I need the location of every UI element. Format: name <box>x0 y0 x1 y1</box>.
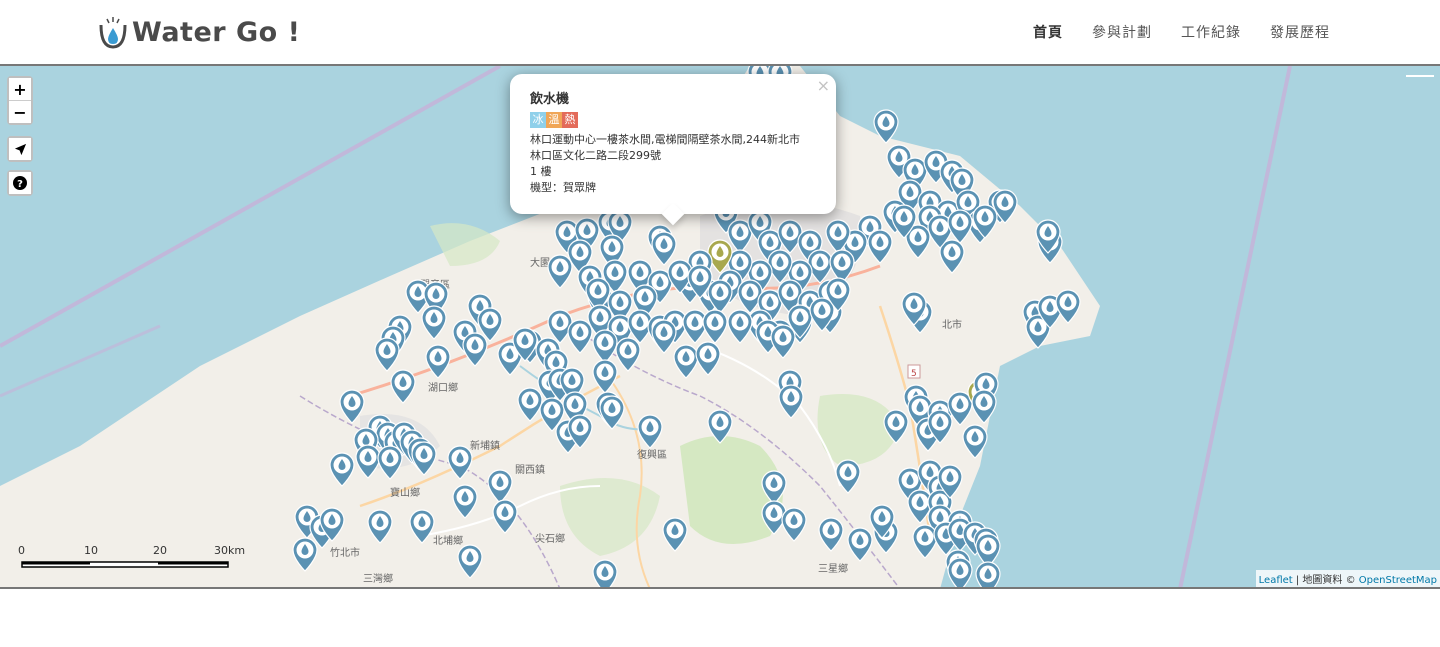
water-drop-logo-icon <box>99 17 127 49</box>
help-button[interactable]: ? <box>9 172 31 194</box>
place-label: 三灣鄉 <box>363 572 393 585</box>
popup-close-button[interactable]: × <box>817 76 830 95</box>
location-arrow-icon <box>14 143 26 155</box>
scale-bar: 0 10 20 30km <box>14 541 246 573</box>
badge-warm: 溫 <box>546 112 562 128</box>
scale-bar-graphic <box>21 561 229 568</box>
place-label: 尖石鄉 <box>535 532 565 545</box>
place-label: 北埔鄉 <box>433 534 463 547</box>
scale-label: 10 <box>84 544 98 557</box>
scale-label: 20 <box>153 544 167 557</box>
scale-label: 0 <box>18 544 25 557</box>
place-label: 寶山鄉 <box>390 486 420 499</box>
place-label: 三星鄉 <box>818 562 848 575</box>
place-label: 大園 <box>530 256 550 269</box>
zoom-in-button[interactable]: + <box>9 78 31 100</box>
place-label: 北市 <box>942 318 962 331</box>
nav-home[interactable]: 首頁 <box>1033 22 1063 42</box>
place-label: 湖口鄉 <box>428 381 458 394</box>
logo[interactable]: Water Go ! <box>98 12 300 52</box>
place-label: 關西鎮 <box>515 463 545 476</box>
locate-control <box>7 136 33 162</box>
leaflet-link[interactable]: Leaflet <box>1259 575 1293 586</box>
route-number: 5 <box>911 369 917 379</box>
scale-label: 30km <box>214 544 246 557</box>
place-label: 復興區 <box>637 448 667 461</box>
nav-history[interactable]: 發展歷程 <box>1270 22 1330 42</box>
popup-floor: 1 樓 <box>530 165 552 178</box>
badge-ice: 冰 <box>530 112 546 128</box>
osm-link[interactable]: OpenStreetMap <box>1359 575 1437 586</box>
layers-toggle[interactable] <box>1406 75 1434 77</box>
popup-title: 飲水機 <box>530 92 570 107</box>
zoom-control: + − <box>7 76 33 125</box>
popup-model: 機型：賀眾牌 <box>530 181 596 194</box>
logo-text: Water Go ! <box>132 16 301 48</box>
place-label: 新埔鎮 <box>470 439 500 452</box>
nav-participate[interactable]: 參與計劃 <box>1092 22 1152 42</box>
zoom-out-button[interactable]: − <box>9 100 31 123</box>
marker-popup: × 飲水機 冰溫熱 林口運動中心一樓茶水間,電梯間隔壁茶水間,244新北市 林口… <box>510 74 836 226</box>
place-label: 竹北市 <box>330 546 360 559</box>
map-attribution: Leaflet | 地圖資料 © OpenStreetMap <box>1255 570 1440 587</box>
help-control: ? <box>7 170 33 196</box>
popup-content: 飲水機 冰溫熱 林口運動中心一樓茶水間,電梯間隔壁茶水間,244新北市 林口區文… <box>530 92 816 196</box>
svg-text:?: ? <box>17 179 23 190</box>
nav-work-log[interactable]: 工作紀錄 <box>1181 22 1241 42</box>
map[interactable]: 大園 觀音區 湖口鄉 新埔鎮 寶山鄉 竹北市 北埔鄉 三灣鄉 關西鎮 尖石鄉 復… <box>0 66 1440 589</box>
badge-hot: 熱 <box>562 112 578 128</box>
attribution-text: | 地圖資料 © <box>1292 575 1359 586</box>
question-circle-icon: ? <box>13 176 27 190</box>
navbar: Water Go ! 首頁 參與計劃 工作紀錄 發展歷程 <box>0 0 1440 66</box>
water-marker[interactable] <box>975 561 1001 589</box>
temperature-badges: 冰溫熱 <box>530 112 816 130</box>
locate-button[interactable] <box>9 138 31 160</box>
popup-address-line1: 林口運動中心一樓茶水間,電梯間隔壁茶水間,244新北市 <box>530 133 800 146</box>
water-marker[interactable] <box>947 557 973 589</box>
main-nav: 首頁 參與計劃 工作紀錄 發展歷程 <box>1033 22 1330 42</box>
popup-address-line2: 林口區文化二路二段299號 <box>530 149 661 162</box>
